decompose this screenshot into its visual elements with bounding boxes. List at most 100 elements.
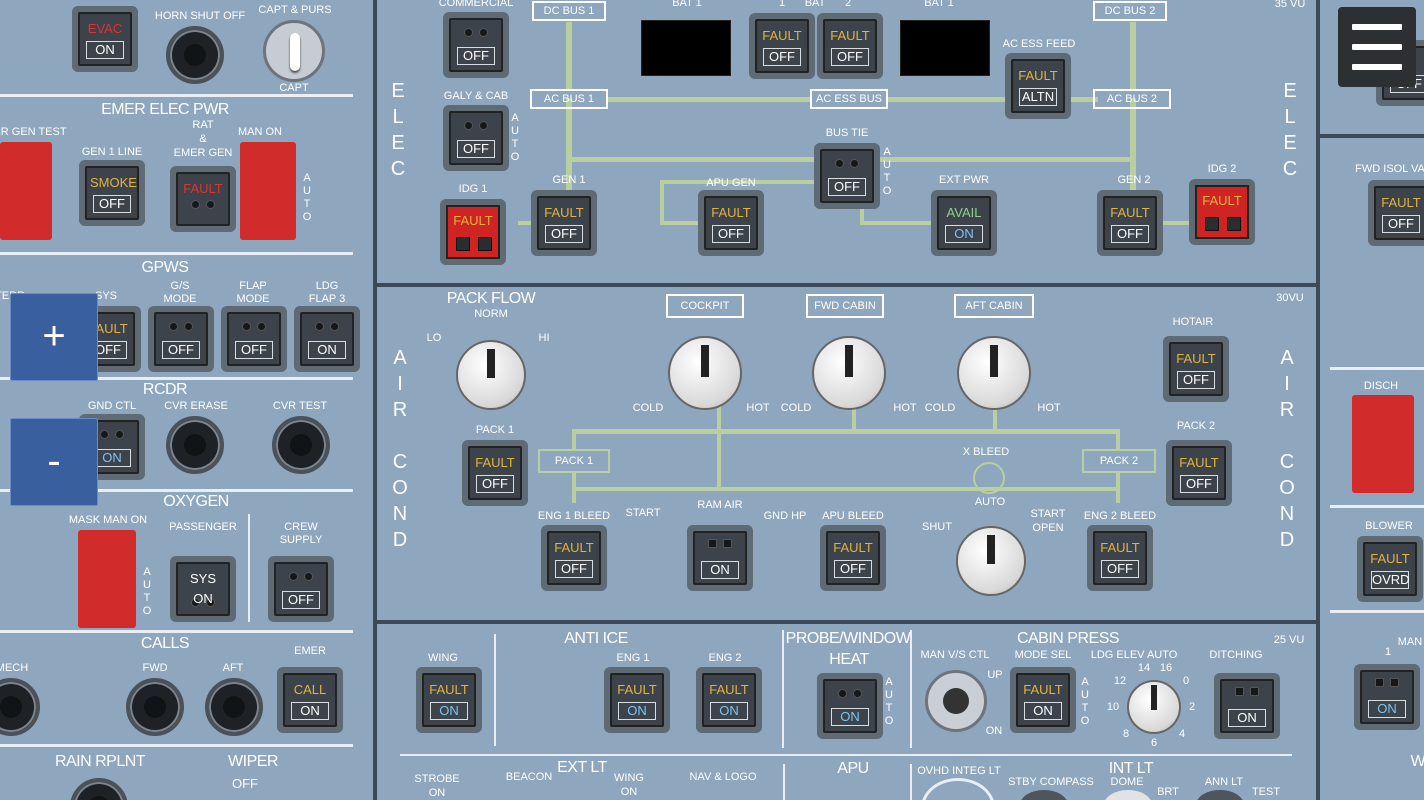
cockpit-temp-selector[interactable] — [668, 336, 742, 410]
hot-label: HOT — [893, 402, 917, 414]
mask-man-on-guard[interactable] — [78, 530, 136, 628]
idg1-guard[interactable]: FAULT — [440, 199, 506, 265]
ditching-button[interactable]: ON — [1214, 673, 1280, 739]
ldg-flap3-label: LDG FLAP 3 — [308, 280, 346, 305]
cvr-test-button[interactable] — [272, 416, 330, 474]
eng1-anti-ice-button[interactable]: FAULT ON — [604, 667, 670, 733]
idg1-label: IDG 1 — [458, 183, 488, 195]
man-label: MAN — [1397, 636, 1423, 648]
cvr-erase-button[interactable] — [166, 416, 224, 474]
blower-button[interactable]: FAULT OVRD — [1357, 536, 1423, 602]
bus-tie-button[interactable]: OFF — [814, 143, 880, 209]
gen1-button[interactable]: FAULT OFF — [531, 190, 597, 256]
zoom-in-button[interactable]: + — [10, 293, 98, 381]
fwd-call-button[interactable] — [126, 678, 184, 736]
ram-air-button[interactable]: ON — [687, 525, 753, 591]
aft-call-button[interactable] — [205, 678, 263, 736]
bus-line — [880, 157, 1134, 162]
disch-guard[interactable] — [1352, 395, 1414, 493]
man-on-guard[interactable] — [240, 142, 296, 240]
ldg-dial-2: 2 — [1188, 701, 1196, 713]
gs-mode-button[interactable]: OFF — [148, 306, 214, 372]
apu-gen-label: APU GEN — [706, 177, 756, 189]
zoom-out-button[interactable]: - — [10, 418, 98, 506]
dome-label: DOME — [1110, 776, 1144, 788]
horn-shut-off-label: HORN SHUT OFF — [154, 10, 246, 22]
fwd-cabin-temp-selector[interactable] — [812, 336, 886, 410]
elec-vu-label: 35 VU — [1274, 0, 1306, 10]
pack-flow-selector[interactable] — [456, 340, 526, 410]
apu-gen-button[interactable]: FAULT OFF — [698, 190, 764, 256]
mech-call-button[interactable] — [0, 678, 40, 736]
man-vs-ctl-switch[interactable] — [925, 670, 987, 732]
duct-line — [572, 429, 1120, 434]
dome-switch[interactable] — [1104, 790, 1152, 800]
probe-window-title: PROBE/WINDOW — [785, 630, 911, 647]
flap-mode-label: FLAP MODE — [236, 280, 270, 305]
gen2-button[interactable]: FAULT OFF — [1097, 190, 1163, 256]
ldg-dial-16: 16 — [1159, 662, 1173, 674]
cabin-press-title: CABIN PRESS — [1016, 630, 1120, 647]
apu-bleed-button[interactable]: FAULT OFF — [820, 525, 886, 591]
evac-button[interactable]: EVAC ON — [72, 6, 138, 72]
emer-gen-test-guard[interactable] — [0, 142, 52, 240]
auto-label: AUTO — [882, 146, 892, 197]
fwd-isol-valve-button[interactable]: FAULT OFF — [1368, 180, 1424, 246]
hamburger-menu-button[interactable] — [1338, 7, 1416, 87]
ldg-dial-0: 0 — [1182, 675, 1190, 687]
bus-line — [660, 221, 700, 225]
open-label: START OPEN — [1030, 508, 1066, 534]
idg2-guard[interactable]: FAULT — [1189, 179, 1255, 245]
wing-label: WING — [428, 652, 458, 664]
beacon-label: BEACON — [505, 771, 553, 783]
eng1-anti-ice-label: ENG 1 — [616, 652, 650, 664]
ann-lt-switch[interactable] — [1196, 790, 1244, 800]
ac-ess-feed-button[interactable]: FAULT ALTN — [1005, 53, 1071, 119]
air-cond-side-label-right: AIRCOND — [1279, 347, 1295, 551]
bat1-left-label: BAT 1 — [672, 0, 702, 9]
flap-mode-button[interactable]: OFF — [221, 306, 287, 372]
cold-label: COLD — [632, 402, 664, 414]
emer-call-button[interactable]: CALL ON — [277, 667, 343, 733]
bus-line — [1162, 221, 1192, 225]
cockpit-zone: COCKPIT — [666, 294, 744, 318]
eng2-bleed-button[interactable]: FAULT OFF — [1087, 525, 1153, 591]
ext-pwr-button[interactable]: AVAIL ON — [931, 190, 997, 256]
duct-line — [572, 429, 576, 451]
rain-rplnt-button[interactable] — [70, 778, 128, 800]
ldg-flap3-button[interactable]: ON — [294, 306, 360, 372]
crew-supply-button[interactable]: OFF — [268, 556, 334, 622]
bat2-button[interactable]: FAULT OFF — [817, 13, 883, 79]
gen1-line-button[interactable]: SMOKE OFF — [79, 160, 145, 226]
rcdr-title: RCDR — [142, 381, 188, 398]
commercial-button[interactable]: OFF — [443, 12, 509, 78]
wing-anti-ice-button[interactable]: FAULT ON — [416, 667, 482, 733]
aft-cabin-temp-selector[interactable] — [957, 336, 1031, 410]
stby-compass-switch[interactable] — [1020, 790, 1068, 800]
mode-sel-button[interactable]: FAULT ON — [1010, 667, 1076, 733]
rat-emer-gen-button[interactable]: FAULT — [170, 166, 236, 232]
gpws-title: GPWS — [141, 259, 189, 276]
bat1-button[interactable]: FAULT OFF — [749, 13, 815, 79]
eng1-bleed-button[interactable]: FAULT OFF — [541, 525, 607, 591]
divider — [783, 764, 785, 800]
ovhd-integ-lt-knob[interactable] — [921, 778, 995, 800]
hot-label: HOT — [746, 402, 770, 414]
horn-shut-off-button[interactable] — [166, 26, 224, 84]
mode-sel-label: MODE SEL — [1014, 649, 1072, 661]
cvr-erase-label: CVR ERASE — [164, 400, 228, 412]
ldg-elev-selector[interactable] — [1127, 680, 1181, 734]
capt-purs-switch[interactable] — [263, 20, 325, 82]
ldg-dial-8: 8 — [1122, 728, 1130, 740]
pack1-button[interactable]: FAULT OFF — [462, 440, 528, 506]
hotair-button[interactable]: FAULT OFF — [1163, 336, 1229, 402]
probe-window-heat-button[interactable]: ON — [817, 673, 883, 739]
galy-cab-button[interactable]: OFF — [443, 105, 509, 171]
eng2-anti-ice-button[interactable]: FAULT ON — [696, 667, 762, 733]
x-bleed-selector[interactable] — [956, 526, 1026, 596]
cvr-test-label: CVR TEST — [272, 400, 328, 412]
passenger-button[interactable]: SYS ON — [170, 556, 236, 622]
right-man-button[interactable]: ON — [1354, 664, 1420, 730]
pack2-button[interactable]: FAULT OFF — [1166, 440, 1232, 506]
bottom-vu-label: 25 VU — [1273, 634, 1305, 646]
